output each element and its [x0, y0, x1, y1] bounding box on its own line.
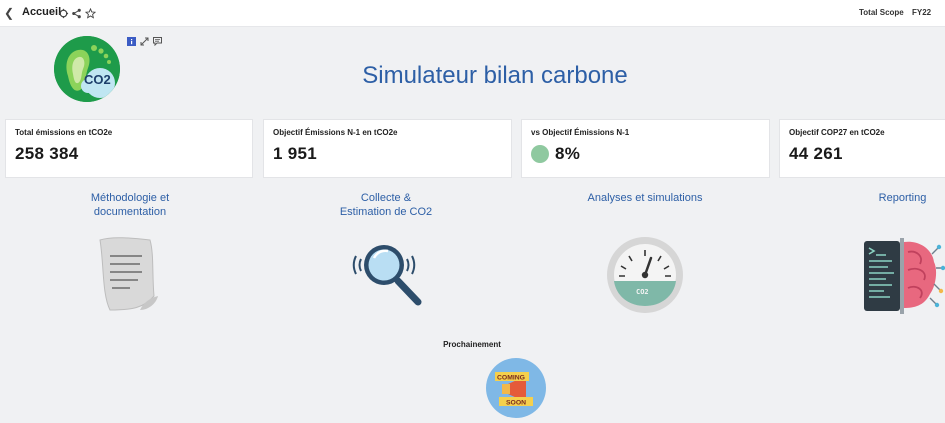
sync-icon[interactable]	[58, 6, 70, 19]
kpi-card-objectif-n1[interactable]: Objectif Émissions N-1 en tCO2e 1 951	[263, 119, 512, 178]
top-bar: ❮ Accueil Total Scope FY22	[0, 0, 945, 27]
coming-soon-label: Prochainement	[443, 340, 501, 349]
kpi-card-vs-objectif[interactable]: vs Objectif Émissions N-1 8%	[521, 119, 770, 178]
section-title-analyses[interactable]: Analyses et simulations	[565, 191, 725, 205]
comment-icon[interactable]	[153, 33, 162, 47]
kpi-label: vs Objectif Émissions N-1	[531, 128, 630, 137]
info-icon[interactable]	[127, 33, 136, 46]
page-title: Simulateur bilan carbone	[362, 62, 628, 89]
kpi-card-objectif-cop27[interactable]: Objectif COP27 en tCO2e 44 261	[779, 119, 945, 178]
back-arrow-icon[interactable]: ❮	[4, 6, 16, 20]
share-icon[interactable]	[71, 6, 83, 19]
kpi-value: 1 951	[273, 144, 318, 163]
kpi-value: 258 384	[15, 144, 79, 163]
reporting-brain-icon[interactable]	[862, 236, 945, 314]
co2-gauge-icon[interactable]: CO2	[605, 236, 685, 314]
status-indicator	[531, 145, 549, 163]
kpi-label: Total émissions en tCO2e	[15, 128, 113, 137]
section-title-methodologie[interactable]: Méthodologie et documentation	[55, 191, 205, 219]
star-icon[interactable]	[84, 6, 97, 19]
document-icon[interactable]	[92, 234, 164, 314]
coming-soon-icon[interactable]: COMING SOON	[486, 358, 546, 418]
logo-text: CO2	[84, 72, 111, 87]
magnifier-icon[interactable]	[350, 240, 426, 312]
kpi-value: 44 261	[789, 144, 843, 163]
kpi-label: Objectif COP27 en tCO2e	[789, 128, 885, 137]
badge-line2: SOON	[506, 400, 526, 407]
kpi-card-total-emissions[interactable]: Total émissions en tCO2e 258 384	[5, 119, 253, 178]
sheet-title[interactable]: Accueil	[22, 6, 61, 18]
section-title-collecte[interactable]: Collecte & Estimation de CO2	[311, 191, 461, 219]
section-title-reporting[interactable]: Reporting	[860, 191, 945, 205]
expand-icon[interactable]	[140, 33, 149, 46]
scope-selector[interactable]: Total Scope	[859, 8, 904, 17]
co2-footprint-logo: CO2	[54, 36, 120, 102]
kpi-value: 8%	[555, 144, 581, 163]
kpi-label: Objectif Émissions N-1 en tCO2e	[273, 128, 398, 137]
gauge-text: CO2	[636, 288, 649, 296]
badge-line1: COMING	[497, 375, 525, 382]
year-selector[interactable]: FY22	[912, 8, 931, 17]
